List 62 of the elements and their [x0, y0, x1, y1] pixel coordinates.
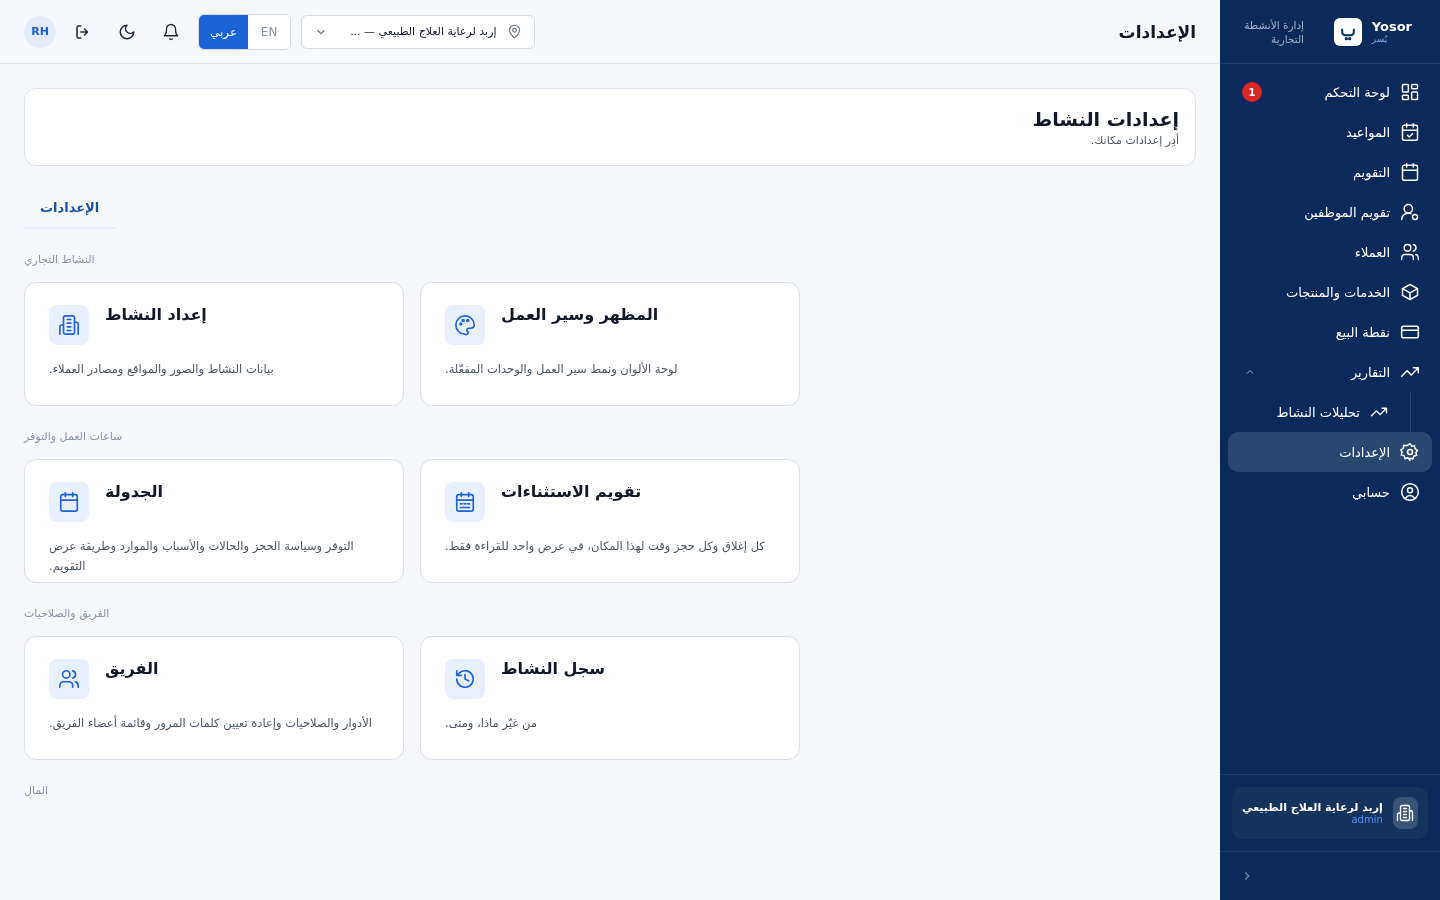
section-title: إعدادات النشاط — [1032, 107, 1179, 130]
card-title: الجدولة — [105, 482, 163, 501]
language-option[interactable]: عربي — [199, 14, 249, 49]
nav-item[interactable]: الإعدادات — [1228, 432, 1432, 472]
group-label: النشاط التجاري — [24, 253, 95, 266]
business-name: إربد لرعاية العلاج الطبيعي — [1242, 801, 1383, 814]
nav-item[interactable]: المواعيد — [1228, 112, 1432, 152]
brand-subtitle: يُسر — [1371, 34, 1388, 44]
history-icon — [454, 668, 476, 690]
settings-card[interactable]: الجدولة التوفر وسياسة الحجز والحالات والأسباب والموارد وطريقة عرض التقويم. — [24, 459, 404, 583]
card-title: الفريق — [105, 659, 159, 678]
business-role: admin — [1351, 814, 1383, 825]
brand-name: Yosor — [1371, 19, 1412, 34]
building-icon — [1396, 804, 1415, 822]
nav-subitem[interactable]: تحليلات النشاط — [1228, 392, 1400, 432]
nav-item[interactable]: نقطة البيع — [1228, 312, 1432, 352]
settings-card[interactable]: تقويم الاستثناءات كل إغلاق وكل حجز وقت لهذا المكان، في عرض واحد للقراءة فقط. — [420, 459, 800, 583]
card-description: الأدوار والصلاحيات وإعادة تعيين كلمات المرور وقائمة أعضاء الفريق. — [49, 714, 372, 733]
nav-item[interactable]: تقويم الموظفين — [1228, 192, 1432, 232]
map-pin-icon — [506, 24, 522, 39]
card-description: كل إغلاق وكل حجز وقت لهذا المكان، في عرض واحد للقراءة فقط. — [445, 538, 765, 556]
tab[interactable]: الإعدادات — [24, 190, 116, 229]
card-description: من غيّر ماذا، ومتى. — [445, 715, 537, 732]
nav-item[interactable]: التقارير — [1228, 352, 1432, 392]
users-icon — [58, 668, 80, 690]
settings-card[interactable]: سجل النشاط من غيّر ماذا، ومتى. — [420, 636, 800, 760]
settings-card[interactable]: إعداد النشاط بيانات النشاط والصور والمواقع ومصادر العملاء. — [24, 282, 404, 406]
calendar-icon — [454, 491, 476, 513]
card-icon — [1400, 322, 1420, 342]
users-icon — [1400, 242, 1420, 262]
calendar-check-icon — [1400, 122, 1420, 142]
box-icon — [1400, 282, 1420, 302]
calendar-icon — [1400, 162, 1420, 182]
building-icon — [58, 314, 80, 336]
settings-icon — [1400, 442, 1420, 462]
avatar[interactable]: RH — [24, 15, 56, 48]
group-label: المال — [24, 784, 49, 797]
nav-item[interactable]: حسابي — [1228, 472, 1432, 512]
calendar-icon — [58, 491, 80, 513]
card-description: بيانات النشاط والصور والمواقع ومصادر العملاء. — [49, 361, 274, 378]
tagline: إدارة الأنشطة التجارية — [1243, 17, 1304, 46]
nav-item[interactable]: العملاء — [1228, 232, 1432, 272]
card-title: إعداد النشاط — [105, 305, 207, 324]
page-title: الإعدادات — [1118, 21, 1196, 42]
card-title: سجل النشاط — [501, 659, 606, 678]
card-title: تقويم الاستثناءات — [501, 482, 642, 501]
card-description: التوفر وسياسة الحجز والحالات والأسباب والموارد وطريقة عرض التقويم. — [49, 538, 355, 575]
nav-item[interactable]: التقويم — [1228, 152, 1432, 192]
palette-icon — [454, 314, 476, 336]
settings-card[interactable]: المظهر وسير العمل لوحة الألوان ونمط سير العمل والوحدات المفعّلة. — [420, 282, 800, 406]
card-description: لوحة الألوان ونمط سير العمل والوحدات المفعّلة. — [445, 361, 678, 378]
nav-item[interactable]: الخدمات والمنتجات — [1228, 272, 1432, 312]
card-title: المظهر وسير العمل — [501, 305, 659, 324]
section-subtitle: أدِر إعدادات مكانك. — [1090, 133, 1179, 147]
grid-icon — [1400, 82, 1420, 102]
logo-icon — [1333, 17, 1362, 46]
notification-badge: 1 — [1242, 82, 1262, 102]
user-circle-icon — [1400, 482, 1420, 502]
settings-card[interactable]: الفريق الأدوار والصلاحيات وإعادة تعيين كلمات المرور وقائمة أعضاء الفريق. — [24, 636, 404, 760]
group-label: الفريق والصلاحيات — [24, 607, 110, 620]
group-label: ساعات العمل والتوفر — [24, 430, 123, 443]
location-select[interactable]: إربد لرعاية العلاج الطبيعي — ... — [301, 14, 535, 49]
